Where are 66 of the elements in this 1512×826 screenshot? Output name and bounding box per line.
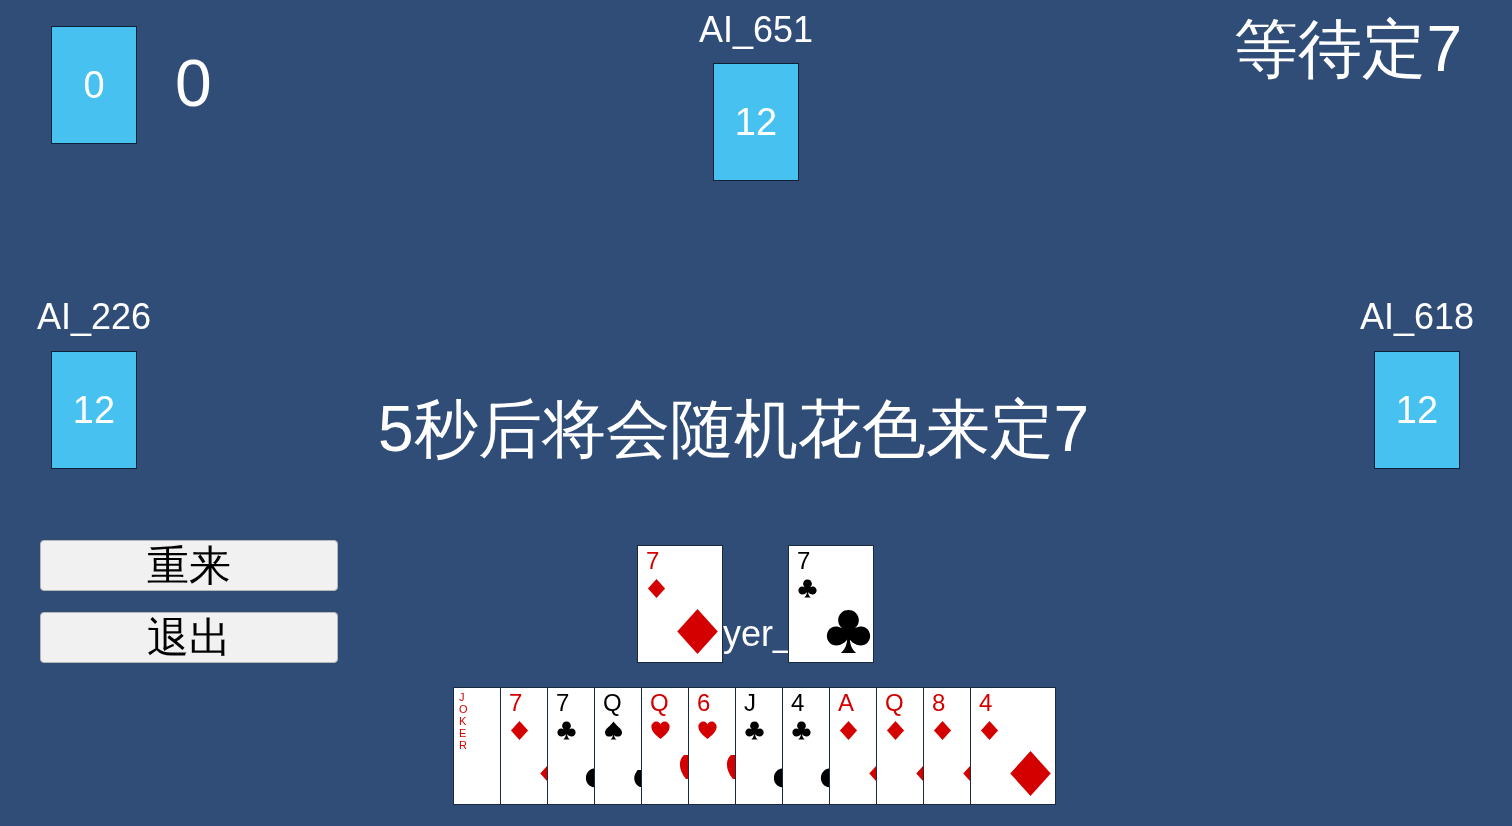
card-rank: 4 <box>791 689 805 717</box>
diamond-icon <box>1008 751 1053 796</box>
diamond-icon <box>510 721 529 740</box>
card-count: 12 <box>1395 391 1439 429</box>
card-rank: Q <box>885 689 904 717</box>
card-rank: 8 <box>932 689 946 717</box>
playing-card[interactable]: 7 <box>500 687 548 805</box>
playing-card[interactable]: Q <box>641 687 689 805</box>
menu-button[interactable]: 重来 <box>40 540 338 591</box>
player-name: AI_618 <box>1359 297 1475 337</box>
diamond-icon <box>647 579 666 598</box>
playing-card[interactable]: A <box>829 687 877 805</box>
heart-edge-icon <box>679 755 688 779</box>
diamond-icon <box>980 721 999 740</box>
player-name: AI_226 <box>36 297 152 337</box>
diamond-icon <box>886 721 905 740</box>
playing-card[interactable]: 7 <box>547 687 595 805</box>
player-name: AI_651 <box>698 10 814 50</box>
diamond-icon <box>933 721 952 740</box>
diamond-icon <box>839 721 858 740</box>
diamond-edge-icon <box>961 766 970 781</box>
spade-edge-icon <box>632 770 641 787</box>
diamond-edge-icon <box>538 766 547 781</box>
playing-card[interactable]: 4 <box>782 687 830 805</box>
diamond-edge-icon <box>867 766 876 781</box>
playing-card[interactable]: 8 <box>923 687 971 805</box>
card-rank: 7 <box>797 547 811 575</box>
spade-icon <box>604 721 623 740</box>
club-icon <box>557 721 576 740</box>
card-rank: Q <box>650 689 669 717</box>
club-icon <box>826 609 871 654</box>
club-edge-icon <box>773 768 782 788</box>
club-icon <box>792 721 811 740</box>
playing-card[interactable]: Q <box>876 687 924 805</box>
playing-card[interactable]: Q <box>594 687 642 805</box>
message-text: 5秒后将会随机花色来定7 <box>378 394 1090 465</box>
club-icon <box>798 579 817 598</box>
playing-card[interactable]: J <box>735 687 783 805</box>
heart-icon <box>698 721 717 740</box>
playing-card[interactable]: 4 <box>970 687 1056 805</box>
menu-button[interactable]: 退出 <box>40 612 338 663</box>
card-rank: J <box>744 689 756 717</box>
card-rank: 7 <box>556 689 570 717</box>
card-rank: A <box>838 689 854 717</box>
card-rank: Q <box>603 689 622 717</box>
diamond-edge-icon <box>914 766 923 781</box>
card-rank: 4 <box>979 689 993 717</box>
club-edge-icon <box>585 768 594 788</box>
diamond-icon <box>675 609 720 654</box>
playing-card[interactable]: JOKER <box>453 687 501 805</box>
card-rank: 6 <box>697 689 711 717</box>
club-icon <box>745 721 764 740</box>
card-rank: JOKER <box>459 691 469 752</box>
heart-edge-icon <box>726 755 735 779</box>
score-label: 0 <box>175 50 212 116</box>
card-rank: 7 <box>509 689 523 717</box>
card-rank: 7 <box>646 547 660 575</box>
playing-card[interactable]: 6 <box>688 687 736 805</box>
playing-card[interactable]: 7 <box>637 545 723 663</box>
heart-icon <box>651 721 670 740</box>
status-title: 等待定7 <box>1234 14 1462 85</box>
card-count: 12 <box>72 391 116 429</box>
card-count: 12 <box>734 103 778 141</box>
playing-card[interactable]: 7 <box>788 545 874 663</box>
card-count: 0 <box>83 66 105 104</box>
club-edge-icon <box>820 768 829 788</box>
